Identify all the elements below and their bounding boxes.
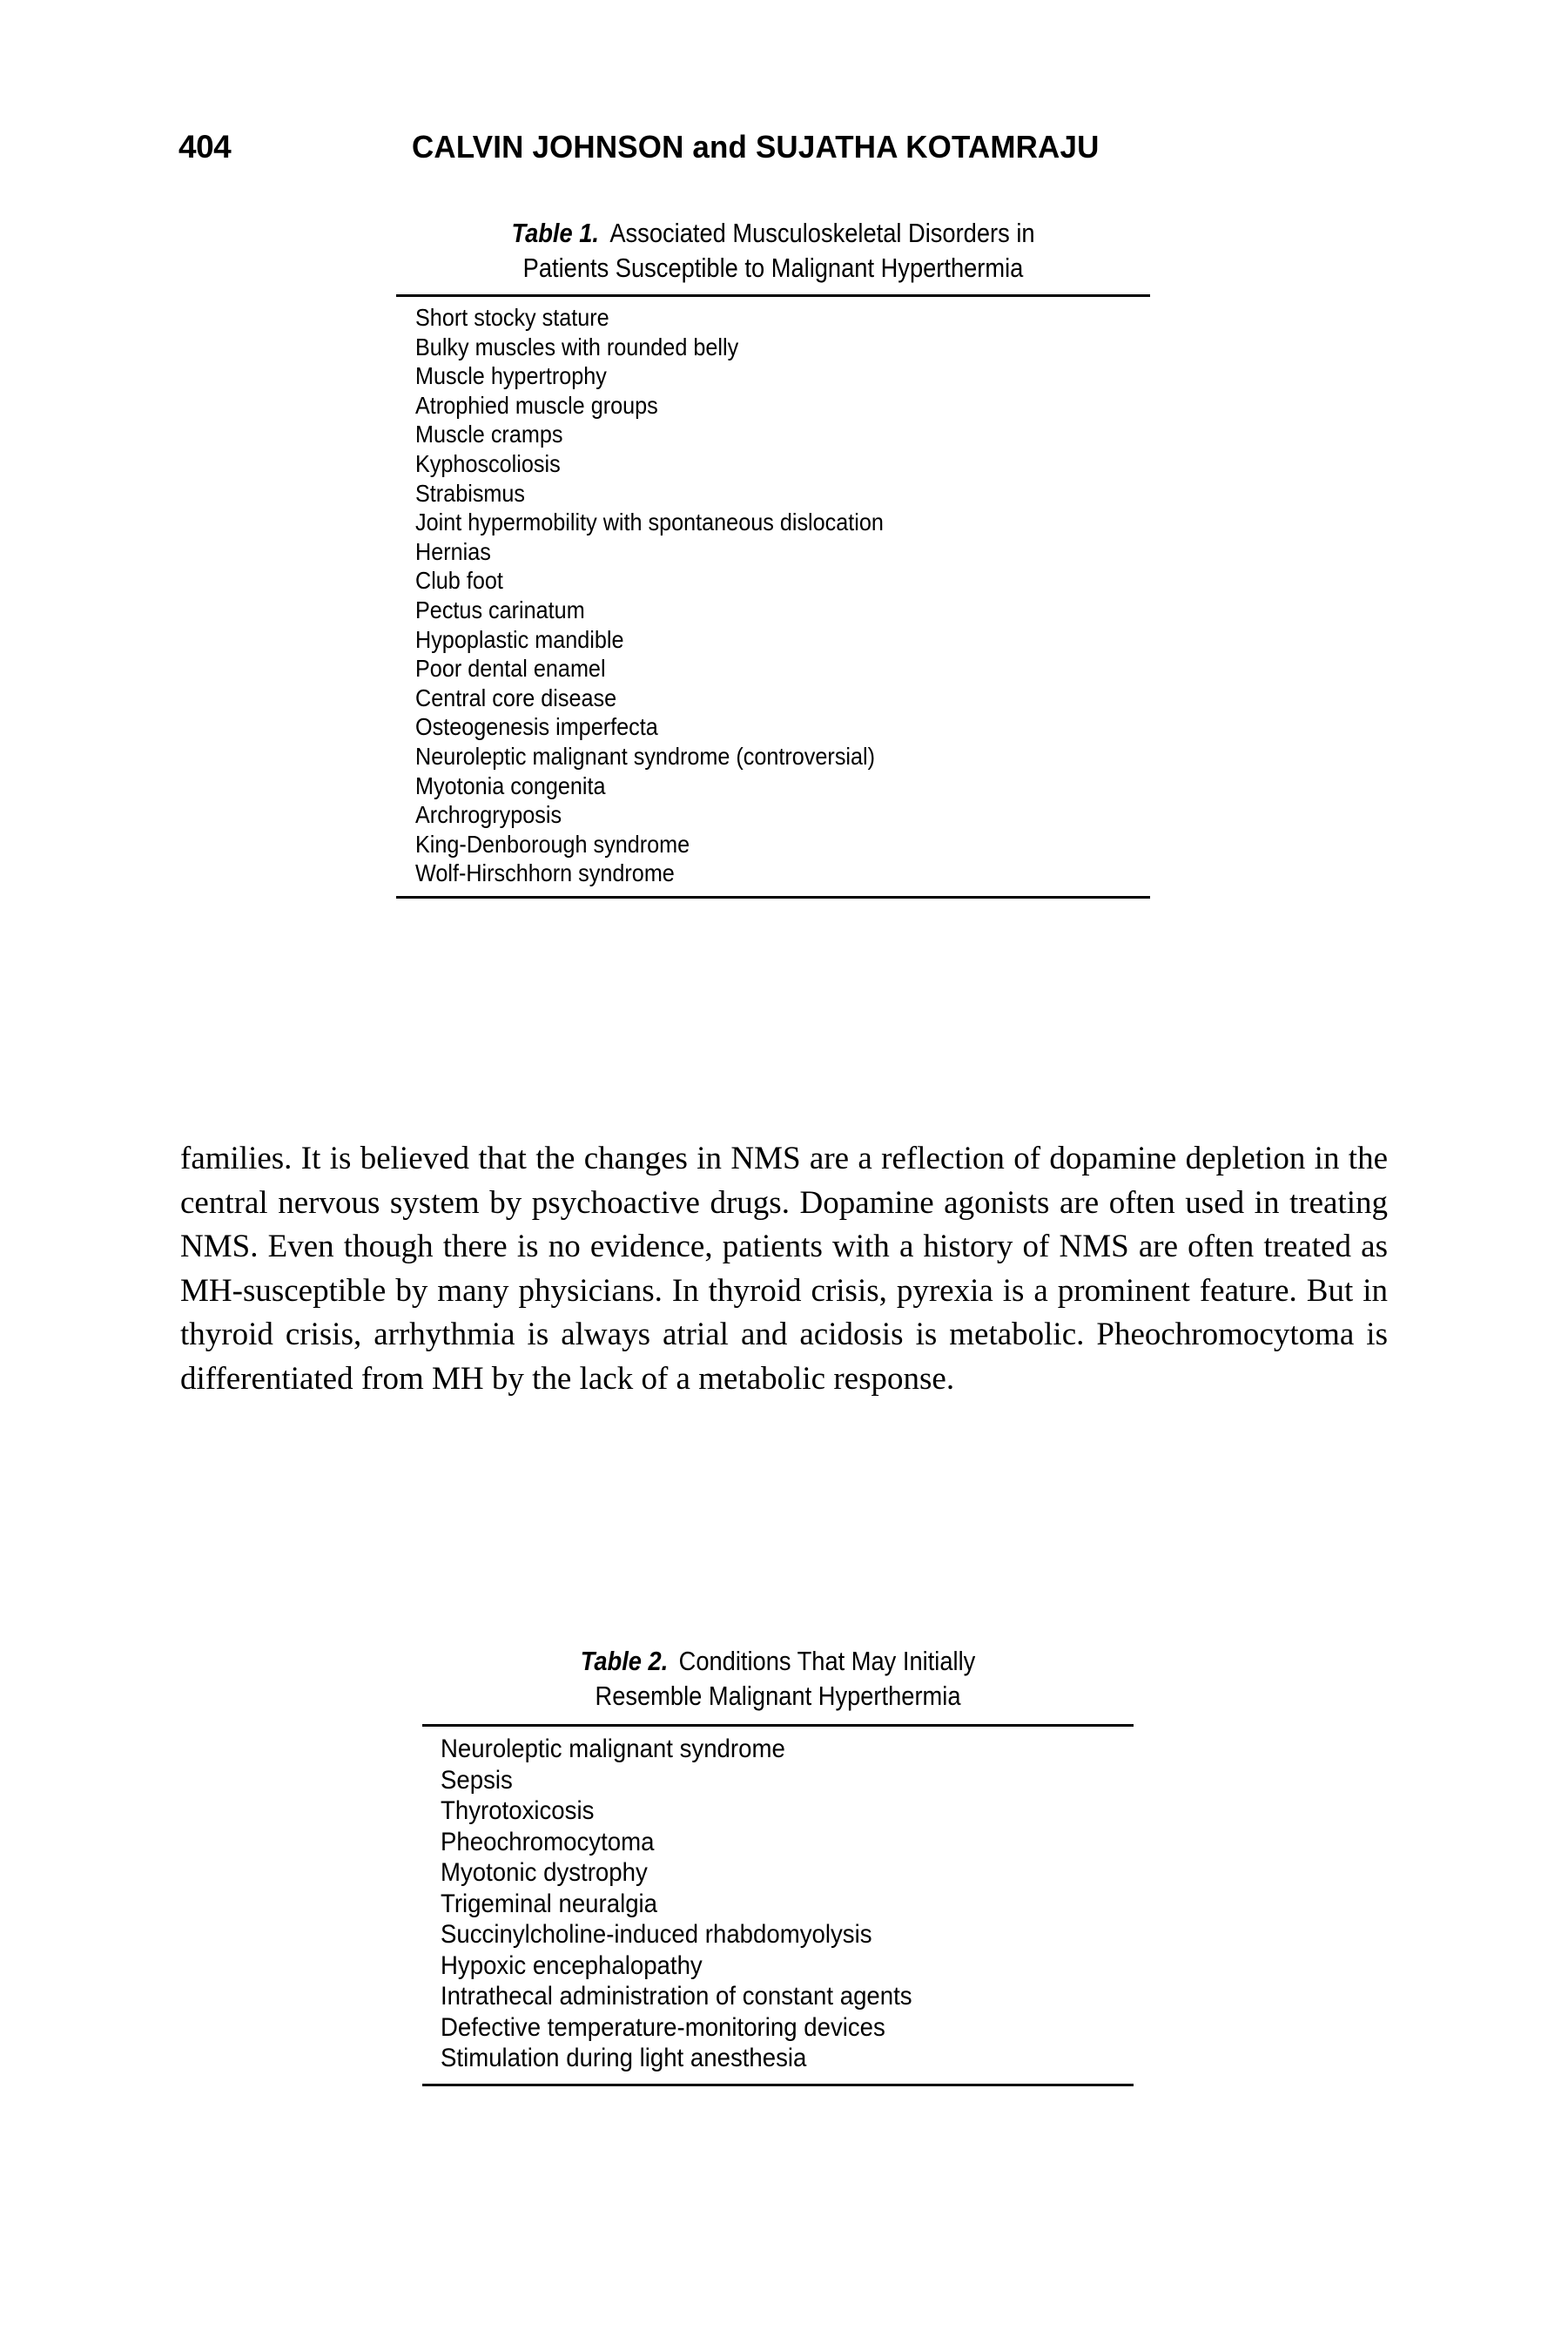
- table-row: Stimulation during light anesthesia: [441, 2044, 807, 2072]
- table-row: Central core disease: [415, 684, 617, 711]
- table-row: Myotonia congenita: [415, 771, 606, 799]
- table-row: Myotonic dystrophy: [441, 1858, 648, 1887]
- table-2-bottom-rule: [422, 2083, 1134, 2086]
- document-page: 404 CALVIN JOHNSON and SUJATHA KOTAMRAJU…: [0, 0, 1568, 2351]
- table-1-bottom-rule: [396, 895, 1150, 899]
- table-2-caption: Table 2. Conditions That May Initially Re…: [465, 1644, 1091, 1724]
- table-row: Atrophied muscle groups: [415, 391, 658, 419]
- table-row: Kyphoscoliosis: [415, 449, 561, 477]
- table-2-caption-line-2: Resemble Malignant Hyperthermia: [595, 1681, 961, 1711]
- table-row: Hypoplastic mandible: [415, 625, 624, 653]
- table-1-label: Table 1.: [511, 218, 600, 248]
- table-row: Trigeminal neuralgia: [441, 1889, 658, 1918]
- table-row: Thyrotoxicosis: [441, 1796, 595, 1825]
- table-row: Intrathecal administration of constant a…: [441, 1982, 912, 2011]
- table-2-caption-line-1: Conditions That May Initially: [678, 1646, 976, 1676]
- table-1-rows: Short stocky stature Bulky muscles with r…: [396, 297, 1150, 896]
- table-2-label: Table 2.: [580, 1646, 669, 1676]
- table-1-caption-line-1: Associated Musculoskeletal Disorders in: [609, 218, 1035, 248]
- table-row: Muscle hypertrophy: [415, 362, 607, 390]
- table-row: Joint hypermobility with spontaneous dis…: [415, 509, 884, 536]
- running-head: 404 CALVIN JOHNSON and SUJATHA KOTAMRAJU: [178, 129, 1390, 169]
- table-row: Pectus carinatum: [415, 596, 585, 623]
- table-row: Defective temperature-monitoring devices: [441, 2012, 885, 2042]
- table-1-caption: Table 1. Associated Musculoskeletal Disor…: [441, 216, 1105, 294]
- table-row: Succinylcholine-induced rhabdomyolysis: [441, 1920, 872, 1949]
- table-row: Neuroleptic malignant syndrome: [441, 1735, 785, 1763]
- table-1-caption-line-2: Patients Susceptible to Malignant Hypert…: [522, 253, 1024, 283]
- table-row: Neuroleptic malignant syndrome (controve…: [415, 742, 876, 770]
- table-row: Hypoxic encephalopathy: [441, 1950, 703, 1980]
- table-1: Table 1. Associated Musculoskeletal Disor…: [396, 216, 1150, 899]
- table-row: Wolf-Hirschhorn syndrome: [415, 859, 675, 887]
- table-row: Poor dental enamel: [415, 655, 606, 683]
- body-paragraph: families. It is believed that the change…: [180, 1141, 1388, 1397]
- table-row: King-Denborough syndrome: [415, 830, 690, 858]
- table-row: Club foot: [415, 567, 503, 595]
- table-row: Short stocky stature: [415, 304, 609, 331]
- table-2-rows: Neuroleptic malignant syndrome Sepsis Thyr…: [422, 1727, 1134, 2084]
- table-row: Archrogryposis: [415, 801, 562, 829]
- page-number: 404: [178, 129, 232, 165]
- table-2: Table 2. Conditions That May Initially Re…: [422, 1644, 1134, 2086]
- table-row: Hernias: [415, 537, 491, 565]
- table-row: Muscle cramps: [415, 421, 563, 448]
- running-head-title: CALVIN JOHNSON and SUJATHA KOTAMRAJU: [412, 129, 1100, 165]
- table-row: Osteogenesis imperfecta: [415, 713, 658, 741]
- body-text: families. It is believed that the change…: [180, 1137, 1388, 1401]
- table-row: Sepsis: [441, 1765, 513, 1795]
- table-row: Strabismus: [415, 479, 526, 507]
- table-row: Bulky muscles with rounded belly: [415, 333, 739, 360]
- table-row: Pheochromocytoma: [441, 1827, 655, 1856]
